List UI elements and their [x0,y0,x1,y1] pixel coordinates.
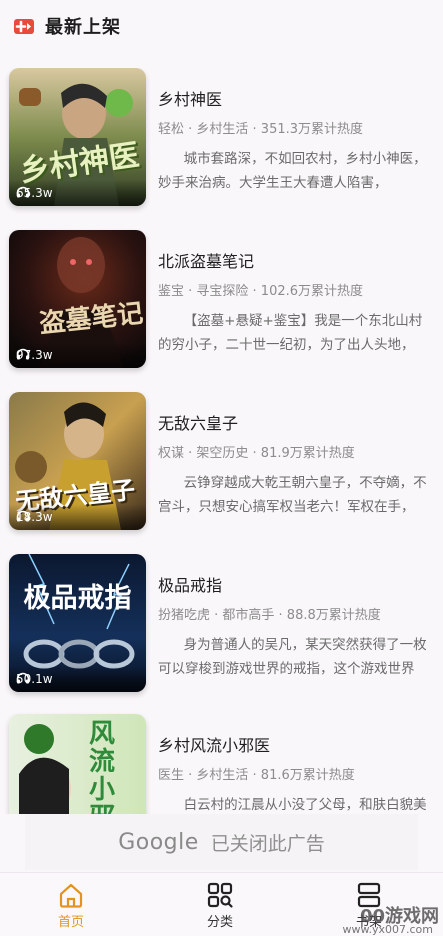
listen-count: 97.3w [16,348,53,362]
book-item[interactable]: 乡村神医 65.3w 乡村神医 轻松 · 乡村生活 · 351.3万累计热度 城… [9,68,443,208]
headphone-icon [16,510,30,522]
book-meta: 医生 · 乡村生活 · 81.6万累计热度 [158,768,355,783]
ad-closed-text: 已关闭此广告 [210,832,325,855]
book-item[interactable]: 风流小邪 乡村风流小邪医 医生 · 乡村生活 · 81.6万累计热度 白云村的江… [9,714,443,814]
book-description: 白云村的江晨从小没了父母，和肤白貌美的嫂子相依为命， [183,797,427,813]
book-cover[interactable]: 风流小邪 [9,714,146,814]
tab-category[interactable]: 分类 [185,881,255,930]
book-meta: 鉴宝 · 寻宝探险 · 102.6万累计热度 [158,284,364,299]
category-icon [207,882,233,908]
book-item[interactable]: 无敌六皇子 18.3w 无敌六皇子 权谋 · 架空历史 · 81.9万累计热度 … [9,392,443,532]
book-cover[interactable]: 乡村神医 65.3w [9,68,146,206]
book-title[interactable]: 极品戒指 [158,572,436,596]
book-description: 【盗墓+悬疑+鉴宝】我是一个东北山村的穷小子，二十世一纪初，为了出人头地， [158,313,423,353]
book-title[interactable]: 乡村神医 [158,86,436,110]
book-cover[interactable]: 盗墓笔记 97.3w [9,230,146,368]
listen-count: 50.1w [16,672,53,686]
home-icon [59,883,83,908]
book-list[interactable]: 乡村神医 65.3w 乡村神医 轻松 · 乡村生活 · 351.3万累计热度 城… [0,68,443,814]
book-item[interactable]: 极品戒指 50.1w 极品戒指 扮猪吃虎 · 都市高手 · 88.8万累计热度 … [9,554,443,694]
site-watermark-url: www.yx007.com [342,923,433,936]
cover-title-art: 风流小邪 [89,719,116,814]
headphone-icon [16,186,30,198]
tab-label: 首页 [57,915,84,930]
listen-count: 18.3w [16,510,53,524]
book-meta: 扮猪吃虎 · 都市高手 · 88.8万累计热度 [158,608,381,623]
book-description: 身为普通人的吴凡，某天突然获得了一枚可以穿梭到游戏世界的戒指，这个游戏世界 [158,637,427,677]
book-cover[interactable]: 无敌六皇子 18.3w [9,392,146,530]
book-title[interactable]: 无敌六皇子 [158,410,436,434]
book-cover[interactable]: 极品戒指 50.1w [9,554,146,692]
app-logo-icon [12,14,36,38]
headphone-icon [16,672,30,684]
book-item[interactable]: 盗墓笔记 97.3w 北派盗墓笔记 鉴宝 · 寻宝探险 · 102.6万累计热度… [9,230,443,370]
book-meta: 权谋 · 架空历史 · 81.9万累计热度 [158,446,355,461]
cover-title-art: 极品戒指 [23,583,132,614]
book-description: 城市套路深，不如回农村，乡村小神医，妙手来治病。大学生王大春遭人陷害， [158,151,427,191]
bottom-tab-bar: 首页 分类 书架 00游戏网 www.yx007.com [0,872,443,936]
header: 最新上架 [0,0,443,52]
headphone-icon [16,348,30,360]
ad-brand: Google [118,829,199,855]
book-meta: 轻松 · 乡村生活 · 351.3万累计热度 [158,122,364,137]
tab-home[interactable]: 首页 [36,881,106,930]
listen-count: 65.3w [16,186,53,200]
book-title[interactable]: 乡村风流小邪医 [158,732,436,756]
book-title[interactable]: 北派盗墓笔记 [158,248,436,272]
ad-closed-banner: Google 已关闭此广告 [25,814,418,870]
book-description: 云铮穿越成大乾王朝六皇子，不夺嫡，不宫斗，只想安心搞军权当老六！军权在手， [158,475,427,515]
page-title: 最新上架 [45,17,121,38]
tab-label: 分类 [206,915,233,930]
